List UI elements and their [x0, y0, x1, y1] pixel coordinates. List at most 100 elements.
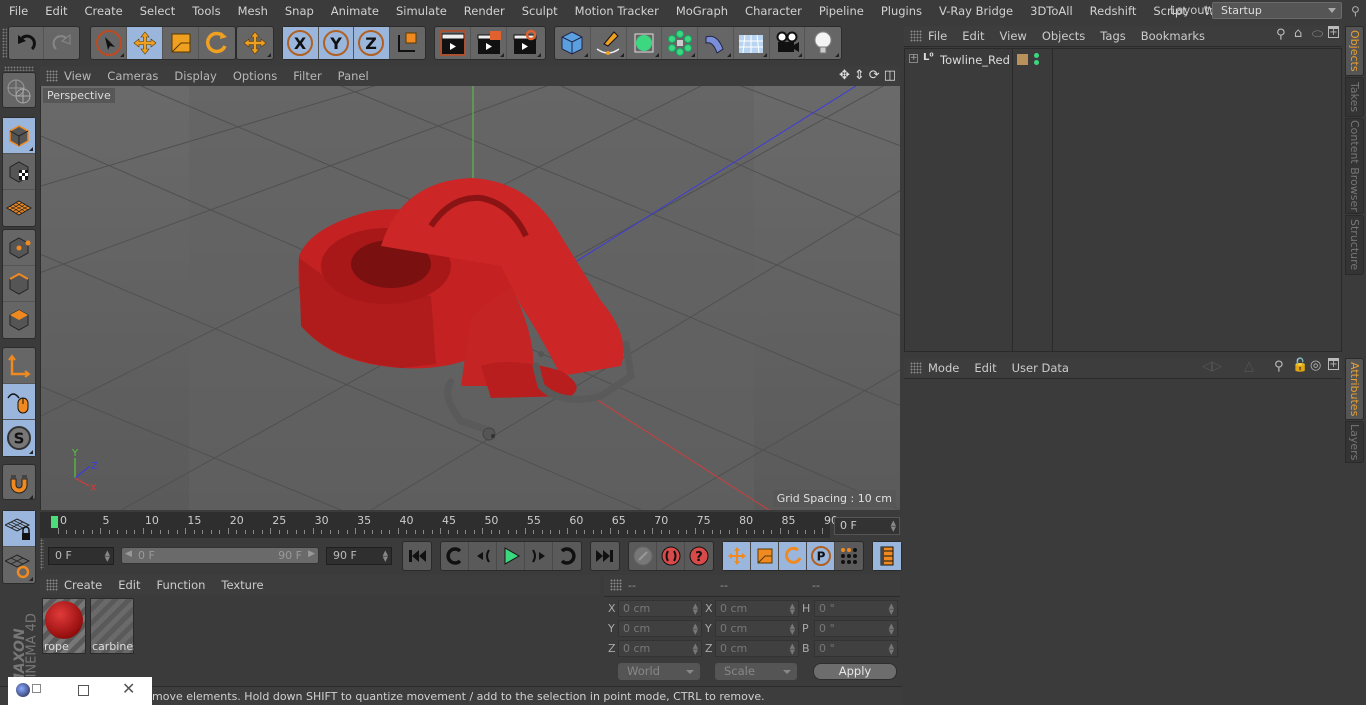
- palette-grip[interactable]: [4, 66, 34, 71]
- menu-file[interactable]: File: [0, 4, 35, 18]
- pos-y-field[interactable]: 0 cm ▲ ▼: [618, 620, 702, 637]
- zoom-view-icon[interactable]: ⇕: [854, 68, 865, 83]
- menu-animate[interactable]: Animate: [321, 4, 386, 18]
- recent-tool-button[interactable]: [237, 27, 273, 59]
- spinner-icon[interactable]: ▲ ▼: [383, 550, 388, 563]
- new-window-icon[interactable]: +: [1328, 26, 1339, 38]
- coordinate-system-button[interactable]: [390, 27, 425, 59]
- grip-icon[interactable]: [46, 579, 58, 591]
- make-editable-button[interactable]: [3, 73, 35, 109]
- new-window-icon[interactable]: +: [1328, 358, 1339, 370]
- size-mode-select[interactable]: Scale: [715, 663, 797, 680]
- axis-mode-button[interactable]: [3, 348, 35, 384]
- render-visibility-dot[interactable]: [1034, 60, 1039, 65]
- menu-render[interactable]: Render: [454, 4, 512, 18]
- menu-snap[interactable]: Snap: [275, 4, 321, 18]
- viewport-menu-cameras[interactable]: Cameras: [107, 69, 158, 83]
- grip-icon[interactable]: [46, 70, 58, 82]
- viewport-menu-view[interactable]: View: [64, 69, 91, 83]
- floor-button[interactable]: [734, 27, 770, 59]
- object-name[interactable]: Towline_Red: [940, 53, 1010, 67]
- menu-tools[interactable]: Tools: [182, 4, 227, 18]
- rot-b-field[interactable]: 0 ° ▲ ▼: [814, 640, 898, 657]
- eye-icon[interactable]: ⬭: [1312, 27, 1323, 42]
- range-left-arrow-icon[interactable]: ◀: [125, 549, 132, 559]
- cube-button[interactable]: [555, 27, 591, 59]
- render-picture-viewer-button[interactable]: [471, 27, 507, 59]
- rotate-view-icon[interactable]: ⟳: [869, 68, 880, 83]
- key-position-button[interactable]: [723, 542, 751, 570]
- tab-takes[interactable]: Takes: [1345, 77, 1364, 117]
- texture-mode-button[interactable]: [3, 154, 35, 190]
- viewport-menu-panel[interactable]: Panel: [338, 69, 369, 83]
- expand-icon[interactable]: +: [909, 54, 918, 63]
- solo-mode-button[interactable]: S: [3, 420, 35, 456]
- key-pla-button[interactable]: [835, 542, 863, 570]
- deformer-button[interactable]: [698, 27, 734, 59]
- target-icon[interactable]: ◎: [1310, 358, 1321, 373]
- redo-button[interactable]: [44, 27, 79, 59]
- pos-z-field[interactable]: 0 cm ▲ ▼: [618, 640, 702, 657]
- pos-x-field[interactable]: 0 cm ▲ ▼: [618, 600, 702, 617]
- tab-structure[interactable]: Structure: [1345, 215, 1364, 275]
- key-rotation-button[interactable]: [779, 542, 807, 570]
- home-icon[interactable]: ⌂: [1294, 26, 1302, 41]
- size-y-field[interactable]: 0 cm ▲ ▼: [715, 620, 799, 637]
- menu-sculpt[interactable]: Sculpt: [512, 4, 565, 18]
- toggle-view-layout-icon[interactable]: ◫: [884, 68, 896, 83]
- key-parameter-button[interactable]: P: [807, 542, 835, 570]
- menu-vray-bridge[interactable]: V-Ray Bridge: [929, 4, 1020, 18]
- grip-icon[interactable]: [610, 579, 622, 591]
- prev-frame-button[interactable]: [469, 542, 497, 570]
- material-carbines[interactable]: carbines: [90, 598, 134, 654]
- workplane-mode-button[interactable]: [3, 190, 35, 226]
- grip-icon[interactable]: [910, 362, 922, 374]
- tweak-mode-button[interactable]: [3, 384, 35, 420]
- range-right-arrow-icon[interactable]: ▶: [308, 549, 315, 559]
- rot-p-field[interactable]: 0 ° ▲ ▼: [814, 620, 898, 637]
- rotate-tool-button[interactable]: [199, 27, 235, 59]
- play-button[interactable]: [497, 542, 525, 570]
- snap-button[interactable]: [3, 465, 35, 501]
- restore-icon[interactable]: [32, 684, 41, 693]
- points-mode-button[interactable]: [3, 230, 35, 266]
- material-menu-function[interactable]: Function: [157, 578, 206, 592]
- spinner-icon[interactable]: ▲ ▼: [105, 550, 110, 563]
- material-menu-edit[interactable]: Edit: [118, 578, 140, 592]
- z-axis-button[interactable]: Z: [354, 27, 390, 59]
- tab-objects[interactable]: Objects: [1345, 26, 1364, 76]
- coordinate-mode-select[interactable]: World: [618, 663, 700, 680]
- render-view-button[interactable]: [435, 27, 471, 59]
- next-frame-button[interactable]: [525, 542, 553, 570]
- menu-motion-tracker[interactable]: Motion Tracker: [565, 4, 666, 18]
- prev-key-button[interactable]: [441, 542, 469, 570]
- pan-view-icon[interactable]: ✥: [839, 68, 850, 83]
- toolbar-grip[interactable]: [2, 28, 7, 58]
- goto-start-button[interactable]: [403, 542, 431, 570]
- camera-button[interactable]: [770, 27, 806, 59]
- menu-mesh[interactable]: Mesh: [228, 4, 275, 18]
- align-workplane-button[interactable]: [3, 547, 35, 583]
- cloner-button[interactable]: [662, 27, 698, 59]
- subdivision-surface-button[interactable]: [627, 27, 663, 59]
- menu-3dtoall[interactable]: 3DToAll: [1020, 4, 1080, 18]
- maximize-icon[interactable]: [78, 685, 89, 696]
- search-icon[interactable]: ⚲: [1276, 27, 1286, 42]
- scale-tool-button[interactable]: [163, 27, 199, 59]
- lock-icon[interactable]: 🔓: [1292, 358, 1308, 373]
- layer-color-swatch[interactable]: [1017, 54, 1028, 65]
- menu-pipeline[interactable]: Pipeline: [809, 4, 871, 18]
- frame-range-slider[interactable]: ◀ 0 F 90 F ▶: [121, 547, 319, 564]
- am-menu-edit[interactable]: Edit: [974, 361, 996, 375]
- menu-redshift[interactable]: Redshift: [1080, 4, 1144, 18]
- size-x-field[interactable]: 0 cm ▲ ▼: [715, 600, 799, 617]
- y-axis-button[interactable]: Y: [318, 27, 354, 59]
- key-scale-button[interactable]: [751, 542, 779, 570]
- om-menu-edit[interactable]: Edit: [962, 29, 984, 43]
- move-tool-button[interactable]: [127, 27, 163, 59]
- light-button[interactable]: [805, 27, 841, 59]
- search-icon[interactable]: ⚲: [1351, 4, 1360, 18]
- close-icon[interactable]: ✕: [122, 679, 135, 698]
- start-frame-field[interactable]: 0 F ▲ ▼: [48, 547, 114, 565]
- pen-button[interactable]: [591, 27, 627, 59]
